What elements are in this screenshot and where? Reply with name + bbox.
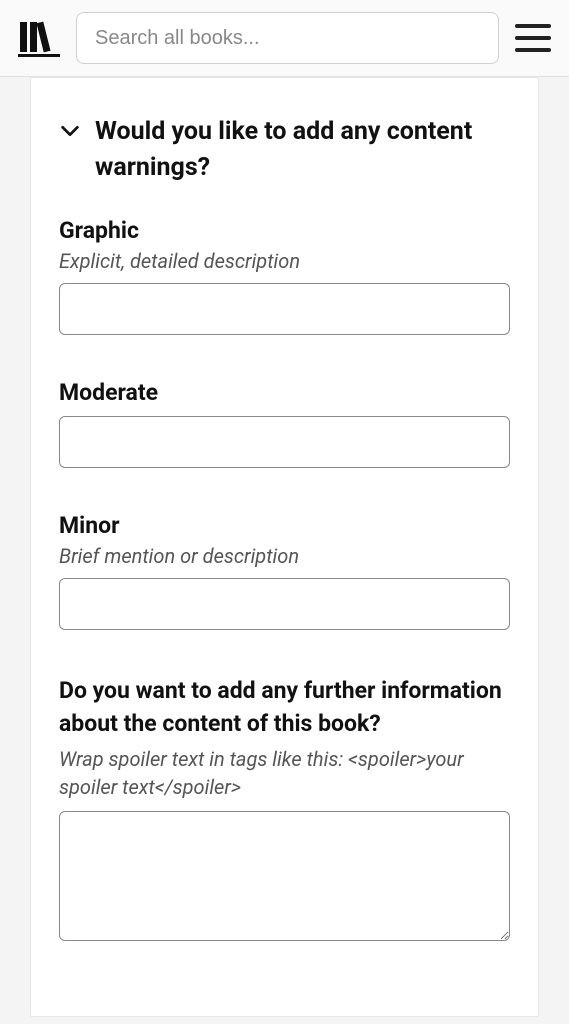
field-hint-minor: Brief mention or description bbox=[59, 543, 510, 570]
field-moderate: Moderate bbox=[59, 379, 510, 468]
further-info-label: Do you want to add any further informati… bbox=[59, 674, 510, 741]
search-input[interactable] bbox=[76, 12, 499, 64]
input-moderate[interactable] bbox=[59, 416, 510, 468]
field-further-info: Do you want to add any further informati… bbox=[59, 674, 510, 946]
section-toggle[interactable]: Would you like to add any content warnin… bbox=[59, 114, 510, 187]
input-further-info[interactable] bbox=[59, 811, 510, 941]
field-label-moderate: Moderate bbox=[59, 379, 510, 406]
field-minor: Minor Brief mention or description bbox=[59, 512, 510, 630]
further-info-hint: Wrap spoiler text in tags like this: <sp… bbox=[59, 746, 510, 801]
field-label-graphic: Graphic bbox=[59, 217, 510, 244]
logo-icon[interactable] bbox=[18, 18, 60, 58]
page-body: Would you like to add any content warnin… bbox=[0, 77, 569, 1017]
input-graphic[interactable] bbox=[59, 283, 510, 335]
app-header bbox=[0, 0, 569, 77]
form-card: Would you like to add any content warnin… bbox=[30, 77, 539, 1017]
section-title: Would you like to add any content warnin… bbox=[95, 114, 510, 187]
hamburger-menu-icon[interactable] bbox=[515, 22, 551, 54]
chevron-down-icon bbox=[59, 120, 81, 142]
field-label-minor: Minor bbox=[59, 512, 510, 539]
field-hint-graphic: Explicit, detailed description bbox=[59, 248, 510, 275]
search-container bbox=[76, 12, 499, 64]
input-minor[interactable] bbox=[59, 578, 510, 630]
field-graphic: Graphic Explicit, detailed description bbox=[59, 217, 510, 335]
